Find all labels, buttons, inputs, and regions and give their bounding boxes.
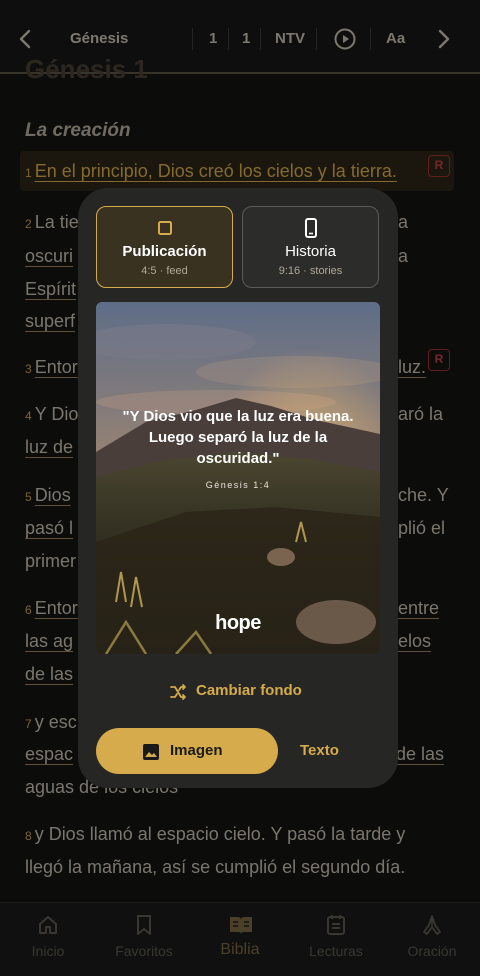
hope-logo: hope [215,612,261,634]
share-text-button[interactable]: Texto [300,742,339,759]
format-subtitle: 9:16 · stories [278,265,343,277]
verse-reference: Génesis 1:4 [205,480,271,490]
change-background-button[interactable]: Cambiar fondo [78,678,398,706]
format-story-option[interactable]: Historia 9:16 · stories [242,206,379,288]
share-image-modal: Publicación 4:5 · feed Historia 9:16 · s… [78,188,398,788]
shuffle-icon [170,684,186,700]
format-title: Publicación [122,243,207,260]
format-title: Historia [285,243,336,260]
square-icon [158,221,172,235]
change-background-label: Cambiar fondo [196,682,302,699]
landscape-background [96,302,380,654]
image-preview: "Y Dios vio que la luz era buena. Luego … [96,302,380,654]
image-icon [143,744,159,760]
verse-quote: "Y Dios vio que la luz era buena. Luego … [122,408,354,467]
phone-icon [305,218,317,238]
format-post-option[interactable]: Publicación 4:5 · feed [96,206,233,288]
share-image-button[interactable]: Imagen [96,728,278,774]
share-image-label: Imagen [170,742,223,759]
format-subtitle: 4:5 · feed [141,265,188,277]
